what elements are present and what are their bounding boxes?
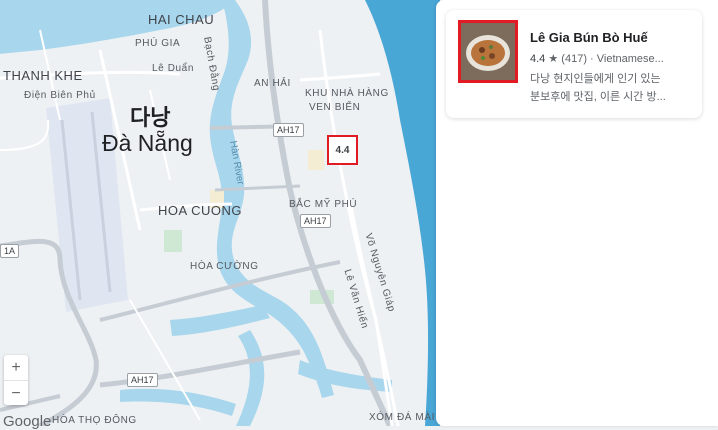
result-rating: 4.4 — [530, 53, 546, 65]
zoom-in-button[interactable]: + — [4, 355, 28, 380]
label-city-korean: 다낭 — [130, 105, 171, 130]
label-hai-chau: HAI CHAU — [148, 12, 215, 27]
label-xom-da-mai: XÓM ĐÁ MÀI — [369, 412, 436, 423]
result-category: Vietnamese... — [596, 53, 664, 65]
meta-separator: · — [590, 53, 594, 65]
result-card[interactable]: Lê Gia Bún Bò Huế 4.4 ★ (417) · Vietname… — [446, 10, 702, 118]
food-photo-icon — [461, 23, 515, 80]
label-an-hai: AN HẢI — [254, 78, 291, 89]
label-le-duan: Lê Duẩn — [152, 63, 195, 74]
result-review-count: (417) — [561, 53, 587, 65]
marker-rating: 4.4 — [335, 144, 350, 156]
star-icon: ★ — [548, 53, 559, 65]
label-dien-bien-phu: Điện Biên Phủ — [24, 90, 96, 101]
rating-marker[interactable]: 4.4 — [327, 135, 358, 165]
label-phu-gia: PHÚ GIA — [135, 38, 181, 49]
road-shield-ah17: AH17 — [300, 214, 331, 228]
label-hoa-cuong-small: HÒA CƯỜNG — [190, 261, 259, 272]
label-thanh-khe: THANH KHE — [3, 68, 83, 83]
result-name: Lê Gia Bún Bò Huế — [530, 30, 648, 45]
result-description-line1: 다낭 현지인들에게 인기 있는 — [530, 73, 661, 85]
label-ven-bien: VEN BIỂN — [309, 102, 361, 113]
park-area — [164, 230, 182, 252]
results-panel: Lê Gia Bún Bò Huế 4.4 ★ (417) · Vietname… — [436, 0, 718, 426]
result-meta: 4.4 ★ (417) · Vietnamese... — [530, 52, 695, 65]
result-thumbnail — [458, 20, 518, 83]
label-hoa-cuong: HOA CUONG — [158, 203, 242, 218]
poi-area — [308, 150, 324, 170]
result-description-line2: 분보후에 맛집, 이른 시간 방... — [530, 91, 666, 103]
road-shield-ah17: AH17 — [273, 123, 304, 137]
label-city-vietnamese: Đà Nẵng — [102, 130, 193, 156]
road-shield-ah17: AH17 — [127, 373, 158, 387]
zoom-out-button[interactable]: − — [4, 380, 28, 406]
label-bac-my-phu: BẮC MỸ PHÚ — [289, 199, 358, 210]
zoom-controls: + − — [4, 355, 28, 405]
label-khu-nha-hang: KHU NHÀ HÀNG — [305, 88, 389, 99]
google-logo: Google — [3, 413, 52, 430]
road-shield-1a: 1A — [0, 244, 20, 258]
result-description: 다낭 현지인들에게 인기 있는 분보후에 맛집, 이른 시간 방... — [530, 70, 695, 106]
label-hoa-tho-dong: HÒA THỌ ĐÔNG — [52, 415, 137, 426]
